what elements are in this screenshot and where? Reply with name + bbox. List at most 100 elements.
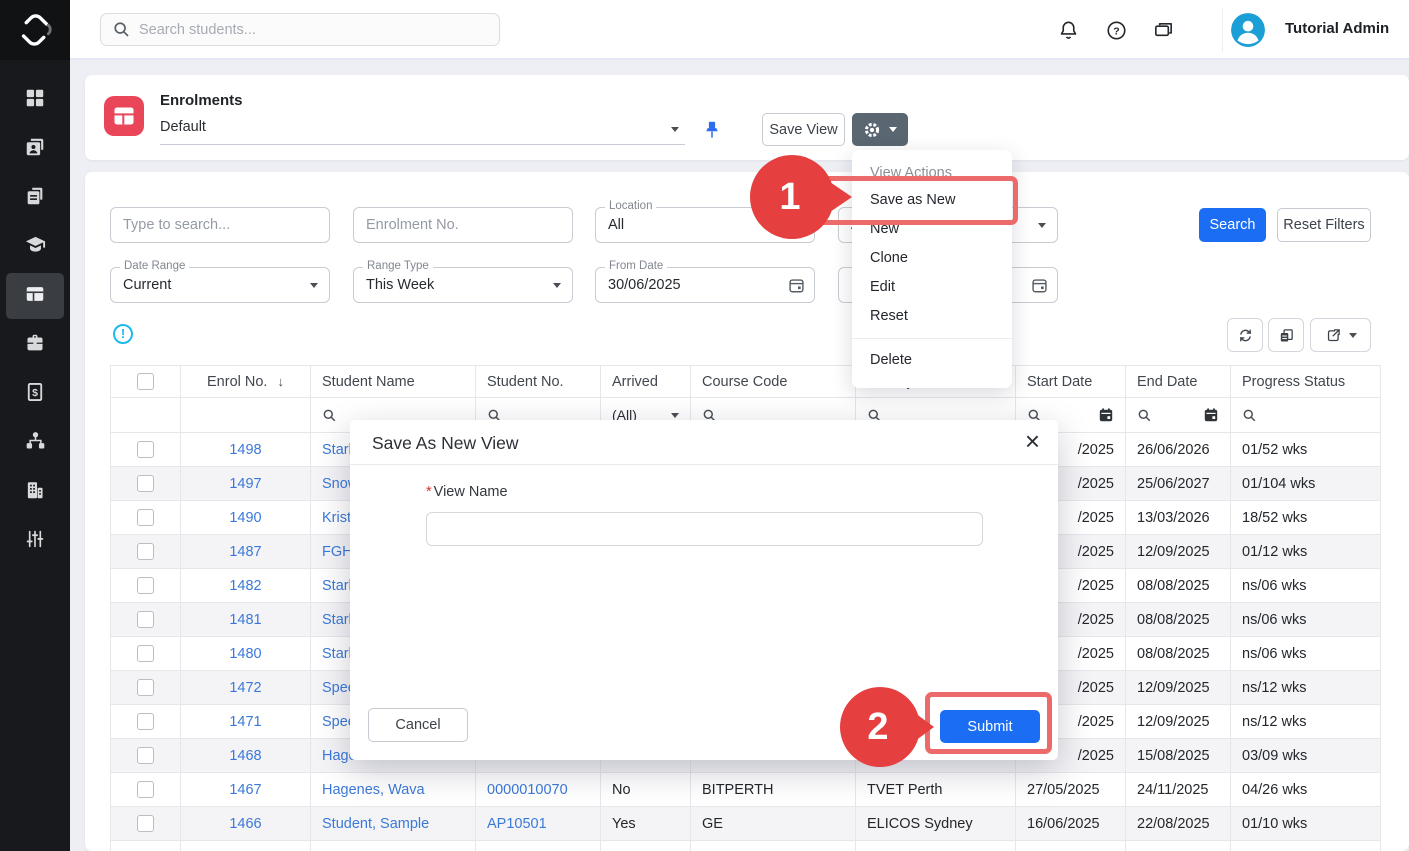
sidebar-item-settings[interactable] bbox=[6, 518, 64, 564]
enrol-no-cell[interactable]: 1490 bbox=[181, 501, 311, 535]
row-select-cell[interactable] bbox=[111, 705, 181, 739]
student-no-link[interactable]: 0000010070 bbox=[487, 782, 568, 798]
row-select-cell[interactable] bbox=[111, 569, 181, 603]
search-button[interactable]: Search bbox=[1199, 208, 1266, 242]
row-checkbox[interactable] bbox=[137, 747, 154, 764]
row-select-cell[interactable] bbox=[111, 467, 181, 501]
close-icon[interactable]: × bbox=[1025, 426, 1040, 456]
view-select[interactable]: Default bbox=[160, 115, 685, 145]
filter-location[interactable]: LocationAll bbox=[595, 207, 815, 243]
enrol-no-link[interactable]: 1480 bbox=[229, 646, 261, 662]
row-checkbox[interactable] bbox=[137, 441, 154, 458]
enrol-no-cell[interactable]: 1467 bbox=[181, 773, 311, 807]
pin-icon[interactable] bbox=[701, 118, 723, 142]
filter-search-text[interactable]: Type to search... bbox=[110, 207, 330, 243]
filter-from-date[interactable]: From Date30/06/2025 bbox=[595, 267, 815, 303]
column-header-enrol-no-[interactable]: Enrol No.↓ bbox=[181, 366, 311, 398]
column-header-progress-status[interactable]: Progress Status bbox=[1231, 366, 1381, 398]
enrol-no-link[interactable]: 1482 bbox=[229, 578, 261, 594]
menu-item-clone[interactable]: Clone bbox=[852, 244, 1012, 273]
enrol-no-cell[interactable]: 1466 bbox=[181, 807, 311, 841]
sidebar-item-briefcase[interactable] bbox=[6, 322, 64, 368]
enrol-no-cell[interactable]: 1471 bbox=[181, 705, 311, 739]
menu-item-save-as-new[interactable]: Save as New bbox=[852, 186, 1012, 215]
enrol-no-cell[interactable]: 1482 bbox=[181, 569, 311, 603]
row-checkbox[interactable] bbox=[137, 815, 154, 832]
row-checkbox[interactable] bbox=[137, 713, 154, 730]
column-header-student-no-[interactable]: Student No. bbox=[476, 366, 601, 398]
enrol-no-link[interactable]: 1472 bbox=[229, 680, 261, 696]
student-name-cell[interactable]: Student, Sample bbox=[311, 807, 476, 841]
row-select-cell[interactable] bbox=[111, 841, 181, 851]
enrol-no-link[interactable]: 1497 bbox=[229, 476, 261, 492]
enrol-no-link[interactable]: 1467 bbox=[229, 782, 261, 798]
view-name-input[interactable] bbox=[426, 512, 983, 546]
filter-range-type[interactable]: Range TypeThis Week bbox=[353, 267, 573, 303]
enrol-no-link[interactable]: 1490 bbox=[229, 510, 261, 526]
column-filter-9[interactable] bbox=[1231, 398, 1381, 433]
row-checkbox[interactable] bbox=[137, 475, 154, 492]
row-select-cell[interactable] bbox=[111, 671, 181, 705]
column-header-course-code[interactable]: Course Code bbox=[691, 366, 856, 398]
filter-date-range[interactable]: Date RangeCurrent bbox=[110, 267, 330, 303]
menu-item-new[interactable]: New bbox=[852, 215, 1012, 244]
sidebar-item-dashboard[interactable] bbox=[6, 77, 64, 123]
enrol-no-cell[interactable]: 1497 bbox=[181, 467, 311, 501]
row-select-cell[interactable] bbox=[111, 603, 181, 637]
row-checkbox[interactable] bbox=[137, 543, 154, 560]
enrol-no-link[interactable]: 1481 bbox=[229, 612, 261, 628]
enrol-no-cell[interactable]: 1480 bbox=[181, 637, 311, 671]
student-no-cell[interactable]: AP10501 bbox=[476, 807, 601, 841]
export-button[interactable] bbox=[1310, 318, 1371, 352]
chat-icon[interactable] bbox=[1150, 17, 1176, 43]
student-no-link[interactable]: AP10501 bbox=[487, 816, 547, 832]
enrol-no-cell[interactable]: 1498 bbox=[181, 433, 311, 467]
student-name-link[interactable]: Student, Sample bbox=[322, 816, 429, 832]
enrol-no-link[interactable]: 1468 bbox=[229, 748, 261, 764]
enrol-no-cell[interactable]: 1472 bbox=[181, 671, 311, 705]
sidebar-item-students[interactable] bbox=[6, 126, 64, 172]
submit-button[interactable]: Submit bbox=[940, 710, 1040, 743]
copy-grid-button[interactable] bbox=[1268, 318, 1304, 352]
row-checkbox[interactable] bbox=[137, 611, 154, 628]
user-avatar[interactable] bbox=[1231, 13, 1265, 47]
save-view-button[interactable]: Save View bbox=[762, 113, 845, 146]
enrol-no-cell[interactable] bbox=[181, 841, 311, 851]
menu-item-reset[interactable]: Reset bbox=[852, 302, 1012, 331]
notifications-bell-icon[interactable] bbox=[1055, 17, 1081, 43]
sidebar-item-finance[interactable]: $ bbox=[6, 371, 64, 417]
row-select-cell[interactable] bbox=[111, 807, 181, 841]
row-select-cell[interactable] bbox=[111, 637, 181, 671]
student-name-cell[interactable]: Hagenes, Wava bbox=[311, 773, 476, 807]
user-name[interactable]: Tutorial Admin bbox=[1285, 20, 1389, 37]
row-select-cell[interactable] bbox=[111, 739, 181, 773]
student-no-cell[interactable] bbox=[476, 841, 601, 851]
row-checkbox[interactable] bbox=[137, 509, 154, 526]
help-icon[interactable]: ? bbox=[1103, 17, 1129, 43]
reset-filters-button[interactable]: Reset Filters bbox=[1277, 208, 1371, 242]
column-header-arrived[interactable]: Arrived bbox=[601, 366, 691, 398]
cancel-button[interactable]: Cancel bbox=[368, 708, 468, 742]
sidebar-item-enrolments[interactable] bbox=[6, 273, 64, 319]
student-no-cell[interactable]: 0000010070 bbox=[476, 773, 601, 807]
sidebar-item-network[interactable] bbox=[6, 420, 64, 466]
select-all-checkbox[interactable] bbox=[137, 373, 154, 390]
row-select-cell[interactable] bbox=[111, 433, 181, 467]
enrol-no-link[interactable]: 1487 bbox=[229, 544, 261, 560]
row-checkbox[interactable] bbox=[137, 679, 154, 696]
menu-item-delete[interactable]: Delete bbox=[852, 346, 1012, 375]
view-actions-gear-button[interactable] bbox=[852, 113, 908, 146]
row-checkbox[interactable] bbox=[137, 645, 154, 662]
row-select-cell[interactable] bbox=[111, 501, 181, 535]
student-name-cell[interactable] bbox=[311, 841, 476, 851]
column-filter-8[interactable] bbox=[1126, 398, 1231, 433]
sidebar-item-courses[interactable] bbox=[6, 224, 64, 270]
student-name-link[interactable]: Hagenes, Wava bbox=[322, 782, 425, 798]
global-search-input[interactable]: Search students... bbox=[100, 13, 500, 46]
sidebar-item-pages[interactable] bbox=[6, 175, 64, 221]
enrol-no-cell[interactable]: 1468 bbox=[181, 739, 311, 773]
menu-item-edit[interactable]: Edit bbox=[852, 273, 1012, 302]
enrol-no-link[interactable]: 1466 bbox=[229, 816, 261, 832]
filter-enrolment-no[interactable]: Enrolment No. bbox=[353, 207, 573, 243]
sort-descending-icon[interactable]: ↓ bbox=[277, 374, 284, 389]
